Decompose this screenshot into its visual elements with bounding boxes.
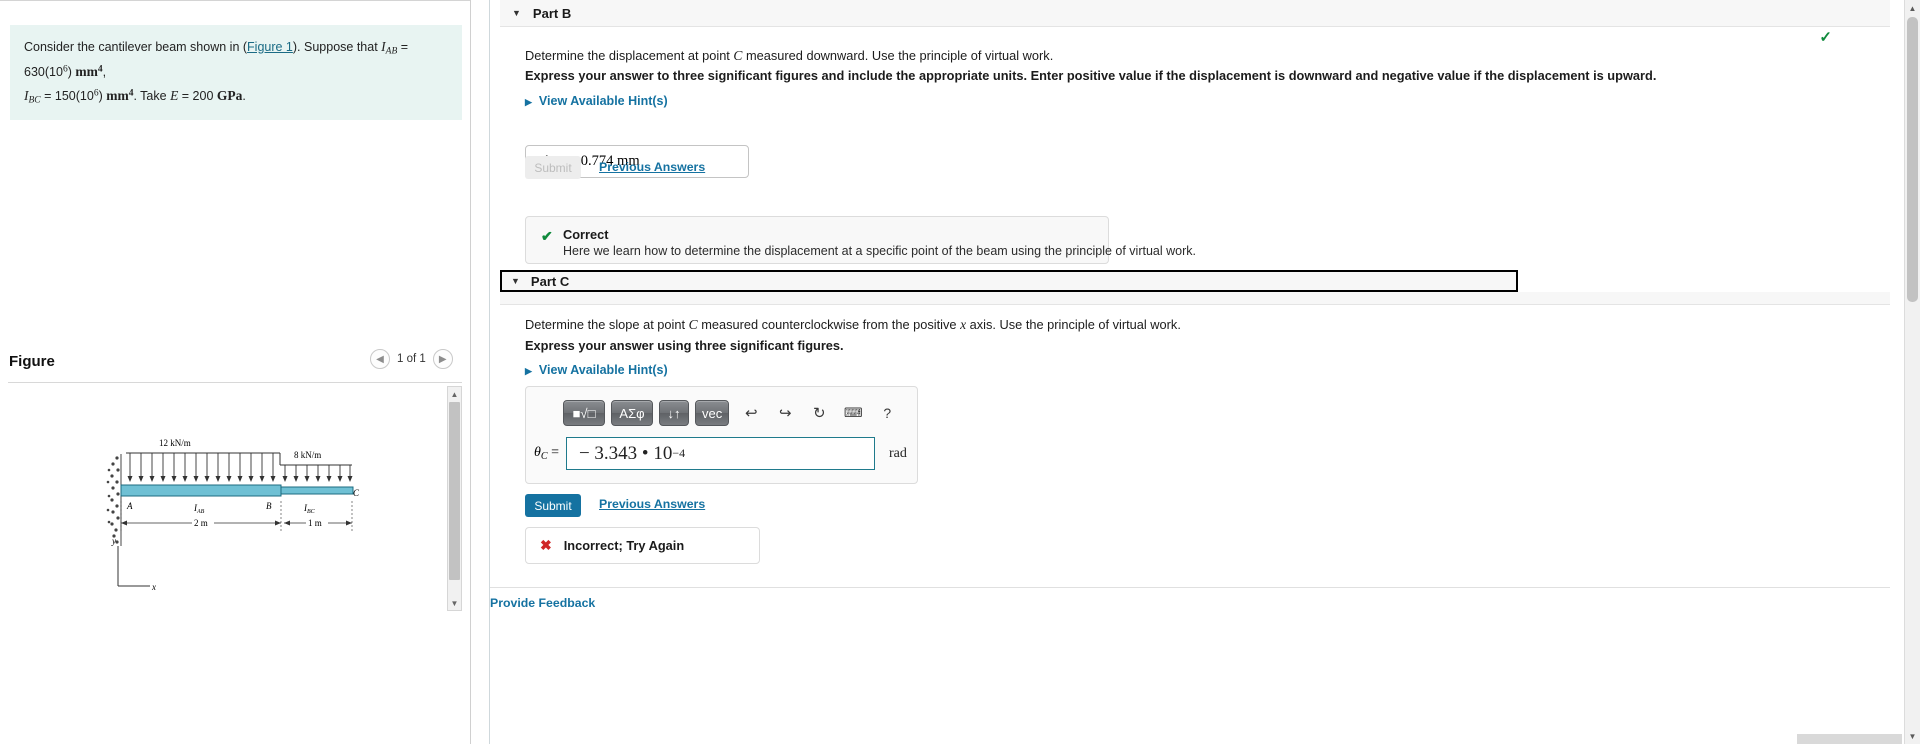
problem-comma: ,	[102, 65, 107, 79]
svg-text:1 m: 1 m	[308, 518, 322, 528]
part-c-answer-input[interactable]: − 3.343 • 10 −4	[565, 437, 875, 470]
i-ab-unit: mm	[75, 64, 98, 79]
page-scrollbar[interactable]: ▲ ▼	[1904, 0, 1920, 744]
part-b-prompt-1: Determine the displacement at point C me…	[525, 48, 1054, 63]
left-problem-panel: Consider the cantilever beam shown in (F…	[0, 0, 470, 744]
part-b-feedback-title: Correct	[563, 227, 609, 242]
problem-text-mid: ). Suppose that	[292, 40, 382, 54]
point-c-var: C	[688, 317, 698, 332]
caret-right-icon: ▶	[525, 97, 532, 107]
page-scroll-thumb[interactable]	[1907, 17, 1918, 302]
caret-down-icon[interactable]: ▼	[511, 276, 520, 286]
part-c-prompt-2: Express your answer using three signific…	[525, 338, 844, 353]
panel-gutter	[471, 0, 489, 744]
greek-letters-icon[interactable]: ΑΣφ	[611, 400, 653, 426]
part-c-answer-row: θC = − 3.343 • 10 −4 rad	[534, 437, 907, 470]
svg-text:B: B	[266, 501, 272, 511]
page-scroll-down-icon[interactable]: ▼	[1905, 728, 1920, 744]
undo-icon[interactable]: ↩	[739, 401, 763, 425]
provide-feedback-link[interactable]: Provide Feedback	[490, 596, 595, 610]
part-c-answer-unit: rad	[888, 445, 907, 461]
i-ab-subscript: AB	[385, 46, 398, 57]
part-b-label: Part B	[532, 5, 572, 21]
take-text: . Take	[133, 88, 171, 103]
svg-text:A: A	[126, 501, 133, 511]
svg-text:IBC: IBC	[303, 503, 316, 515]
part-b-status-check-icon: ✓	[1819, 29, 1832, 46]
left-bottom-strip	[0, 738, 470, 744]
figure-scroll-thumb[interactable]	[449, 402, 460, 580]
figure-scroll-up-icon[interactable]: ▲	[448, 387, 461, 401]
part-b-header[interactable]: ▼ Part B	[500, 0, 1890, 27]
reset-icon[interactable]: ↻	[807, 401, 831, 425]
chevron-right-icon[interactable]: ▶	[432, 349, 453, 369]
math-template-icon[interactable]: ■√□	[563, 400, 605, 426]
part-c-header-fill	[500, 292, 1890, 305]
part-b-hints-link[interactable]: ▶ View Available Hint(s)	[525, 94, 668, 108]
part-c-submit-button[interactable]: Submit	[525, 494, 581, 517]
part-b-previous-answers-link[interactable]: Previous Answers	[599, 160, 705, 174]
main-content-panel: ▼ Part B ✓ Determine the displacement at…	[490, 0, 1890, 744]
part-c-previous-answers-link[interactable]: Previous Answers	[599, 497, 705, 511]
svg-text:y: y	[111, 536, 116, 546]
keyboard-icon[interactable]: ⌨	[841, 401, 865, 425]
i-bc-unit: mm	[106, 87, 129, 103]
e-unit: GPa	[216, 87, 243, 103]
figure-divider	[8, 382, 462, 383]
part-c-feedback-title: Incorrect; Try Again	[563, 538, 685, 553]
figure-counter: 1 of 1	[397, 353, 426, 365]
figure-1-link[interactable]: Figure 1	[247, 40, 293, 54]
part-c-header[interactable]: ▼ Part C	[500, 270, 1518, 292]
problem-period: .	[242, 88, 246, 103]
svg-text:x: x	[151, 582, 156, 592]
i-bc-subscript: BC	[28, 95, 41, 106]
figure-scrollbar[interactable]: ▲ ▼	[447, 386, 462, 611]
beam-diagram-svg: 12 kN/m 8 kN/m A B C IAB IBC 2 m 1 m y x	[106, 438, 360, 592]
part-c-answer-label: θC =	[534, 445, 559, 462]
svg-text:8 kN/m: 8 kN/m	[294, 450, 321, 460]
caret-down-icon[interactable]: ▼	[512, 8, 521, 18]
problem-statement: Consider the cantilever beam shown in (F…	[10, 25, 462, 120]
redo-icon[interactable]: ↪	[773, 401, 797, 425]
svg-text:IAB: IAB	[193, 503, 205, 515]
vector-icon[interactable]: vec	[695, 400, 730, 426]
part-c-prompt-1: Determine the slope at point C measured …	[525, 317, 1181, 332]
beam-diagram: 12 kN/m 8 kN/m A B C IAB IBC 2 m 1 m y x	[8, 386, 445, 611]
math-toolbar: ■√□ ΑΣφ ↓↑ vec ↩ ↪ ↻ ⌨ ?	[563, 400, 899, 426]
caret-right-icon: ▶	[525, 366, 532, 376]
part-b-feedback-description: Here we learn how to determine the displ…	[563, 244, 1196, 258]
part-b-feedback-correct: ✔ Correct Here we learn how to determine…	[525, 216, 1196, 264]
updown-arrows-icon[interactable]: ↓↑	[659, 400, 689, 426]
footer-divider	[490, 587, 1890, 588]
page-scroll-up-icon[interactable]: ▲	[1905, 0, 1920, 16]
problem-text-prefix: Consider the cantilever beam shown in (	[24, 40, 248, 54]
svg-text:2 m: 2 m	[194, 518, 208, 528]
part-c-hints-link[interactable]: ▶ View Available Hint(s)	[525, 363, 668, 377]
check-icon: ✔	[541, 228, 553, 244]
part-c-label: Part C	[530, 273, 570, 289]
svg-text:12 kN/m: 12 kN/m	[159, 438, 191, 448]
figure-viewport: 12 kN/m 8 kN/m A B C IAB IBC 2 m 1 m y x…	[8, 386, 462, 611]
e-value: = 200	[178, 88, 217, 103]
part-b-submit-button[interactable]: Submit	[525, 156, 581, 179]
figure-scroll-down-icon[interactable]: ▼	[448, 596, 461, 610]
figure-header: Figure ◀ 1 of 1 ▶	[0, 349, 470, 385]
x-icon: ✖	[540, 537, 552, 553]
figure-title: Figure	[9, 353, 55, 370]
help-icon[interactable]: ?	[875, 401, 899, 425]
chevron-left-icon[interactable]: ◀	[370, 349, 390, 369]
part-b-prompt-2: Express your answer to three significant…	[525, 68, 1657, 83]
part-c-answer-panel: ■√□ ΑΣφ ↓↑ vec ↩ ↪ ↻ ⌨ ? θC = − 3.343 • …	[525, 386, 918, 484]
bottom-right-bar	[1797, 734, 1902, 744]
svg-text:C: C	[353, 488, 360, 498]
i-bc-value: = 150(10	[40, 88, 94, 103]
part-c-answer-exponent: −4	[672, 446, 686, 460]
figure-nav: ◀ 1 of 1 ▶	[370, 349, 453, 369]
part-c-feedback-incorrect: ✖ Incorrect; Try Again	[525, 527, 760, 564]
